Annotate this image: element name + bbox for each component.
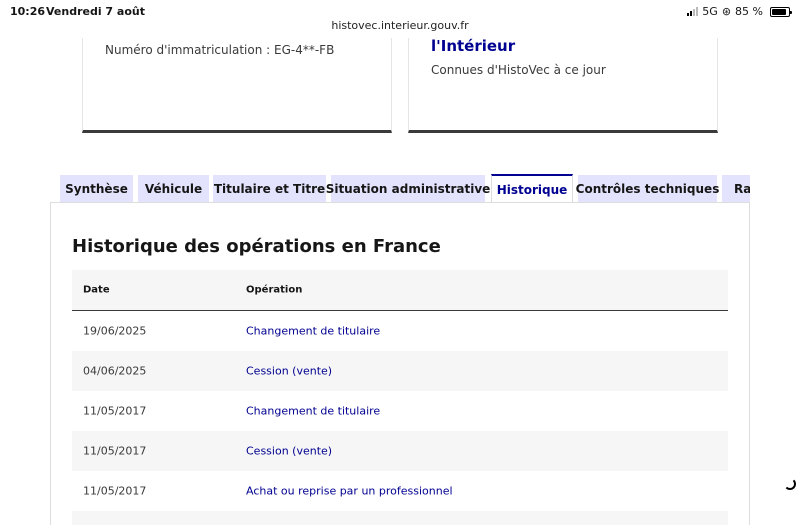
registration-number: Numéro d'immatriculation : EG-4**-FB [105, 43, 335, 57]
ministry-card: l'Intérieur Connues d'HistoVec à ce jour [408, 37, 718, 133]
row-operation-link[interactable]: Achat ou reprise par un professionnel [246, 485, 453, 498]
tab-controles-techniques[interactable]: Contrôles techniques [576, 175, 719, 202]
history-table: Date Opération 19/06/2025 Changement de … [72, 270, 728, 525]
table-row: 19/06/2025 Changement de titulaire [72, 311, 728, 351]
table-header: Date Opération [72, 270, 728, 311]
address-bar[interactable]: histovec.interieur.gouv.fr [0, 19, 800, 32]
network-type: 5G [702, 5, 718, 18]
row-operation-link[interactable]: Changement de titulaire [246, 405, 380, 418]
row-date: 11/05/2017 [83, 404, 147, 418]
column-header-operation: Opération [246, 284, 303, 296]
table-row: 11/05/2017 Changement de titulaire [72, 391, 728, 431]
row-operation-link[interactable]: Cession (vente) [246, 445, 332, 458]
table-row: 04/06/2025 Cession (vente) [72, 351, 728, 391]
orientation-lock-icon: ⊛ [721, 5, 732, 18]
row-date: 11/05/2017 [83, 444, 147, 458]
tab-historique[interactable]: Historique [491, 174, 573, 202]
row-date: 19/06/2025 [83, 324, 147, 338]
status-date: Vendredi 7 août [46, 5, 145, 18]
loading-spinner-icon [784, 478, 796, 490]
table-row: 11/05/2017 Cession (vente) [72, 431, 728, 471]
report-tabs: Synthèse Véhicule Titulaire et Titre Sit… [60, 174, 750, 202]
tab-rapport[interactable]: Rap [722, 175, 750, 202]
row-date: 04/06/2025 [83, 364, 147, 378]
tab-situation-administrative[interactable]: Situation administrative [326, 175, 490, 202]
vehicle-card: Numéro d'immatriculation : EG-4**-FB [82, 38, 392, 133]
battery-percent: 85 % [735, 5, 763, 18]
row-operation-link[interactable]: Cession (vente) [246, 365, 332, 378]
signal-icon [687, 7, 699, 16]
status-indicators: 5G ⊛ 85 % [687, 5, 792, 18]
tab-titulaire[interactable]: Titulaire et Titre [213, 175, 326, 202]
row-operation-link[interactable]: Changement de titulaire [246, 325, 380, 338]
table-row: 11/05/2017 Achat ou reprise par un profe… [72, 471, 728, 511]
card-description: Connues d'HistoVec à ce jour [431, 63, 606, 77]
card-title: l'Intérieur [431, 37, 516, 55]
battery-icon [770, 6, 792, 17]
section-title: Historique des opérations en France [72, 236, 441, 257]
column-header-date: Date [83, 284, 110, 296]
row-date: 11/05/2017 [83, 484, 147, 498]
table-row [72, 511, 728, 525]
tab-synthese[interactable]: Synthèse [60, 175, 133, 202]
status-time: 10:26 [10, 5, 46, 18]
tab-vehicule[interactable]: Véhicule [138, 175, 209, 202]
